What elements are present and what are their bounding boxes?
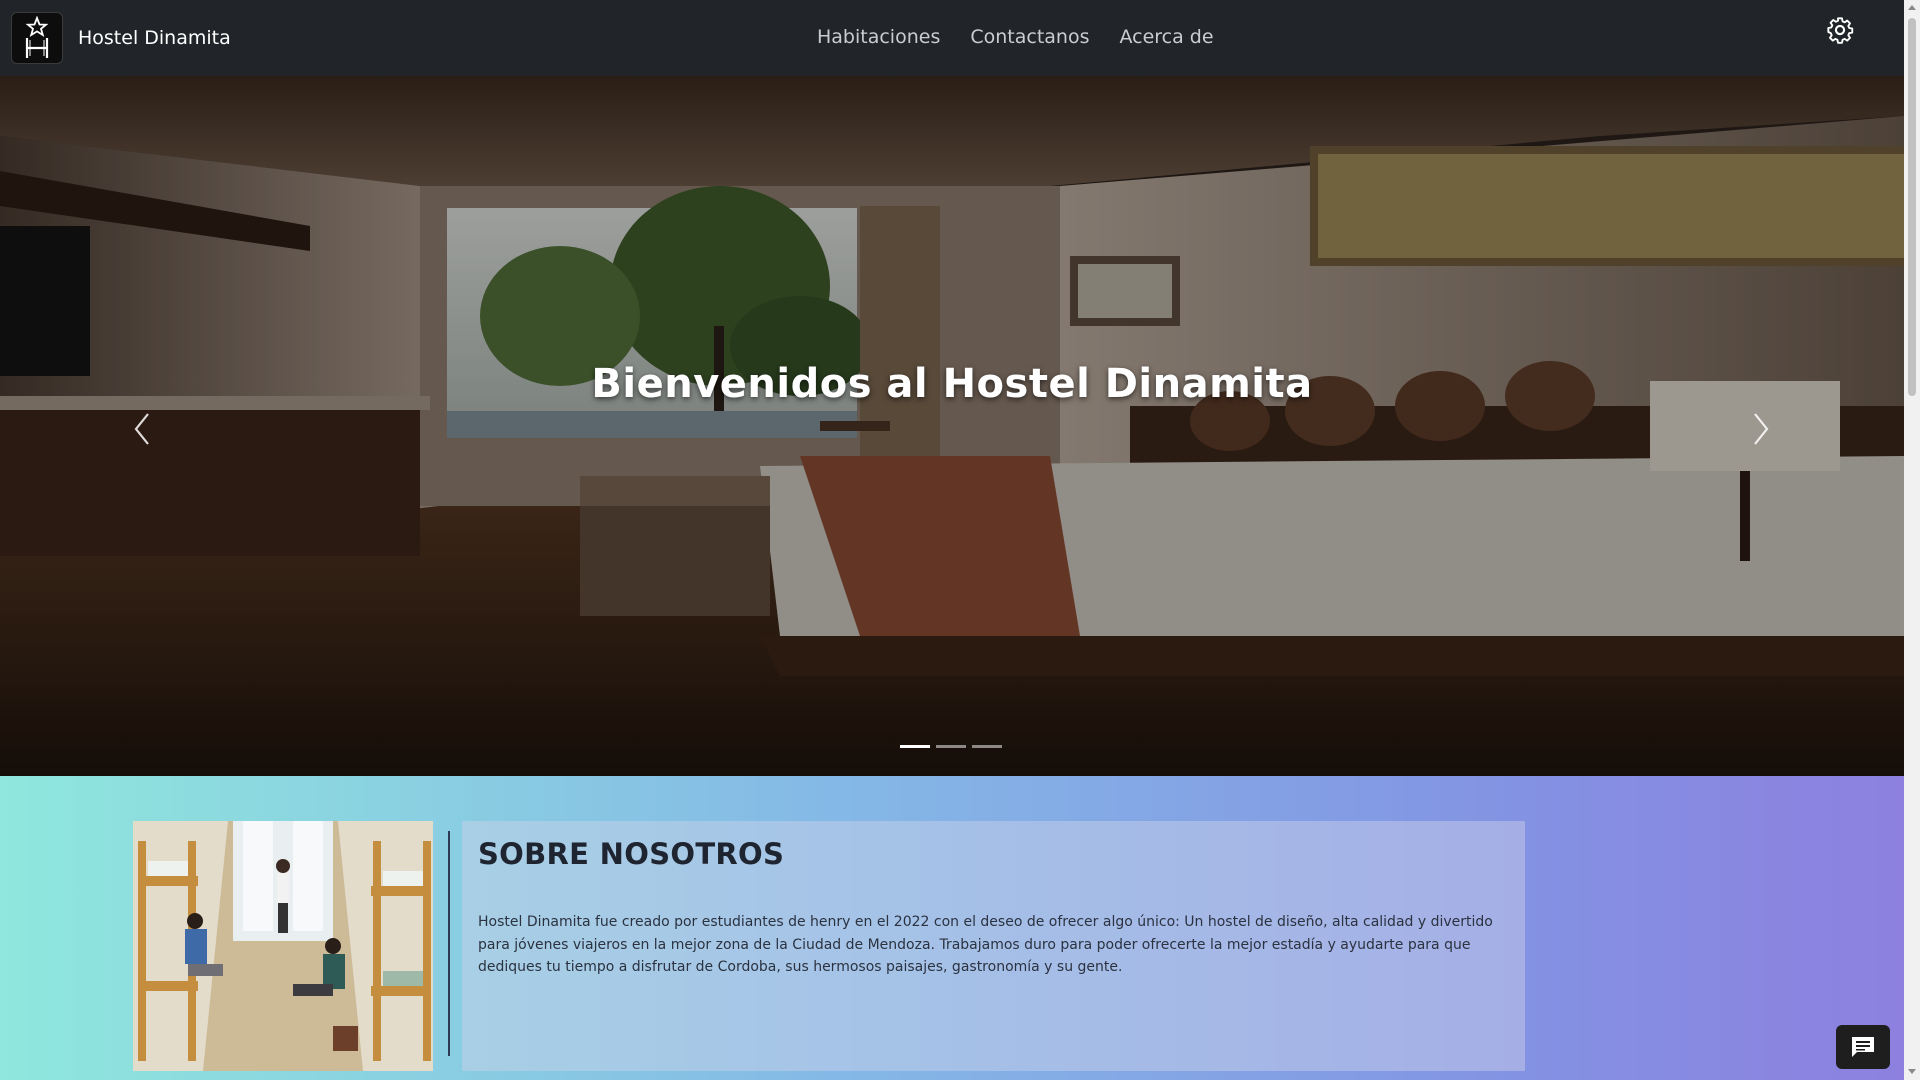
- hostel-dorm-photo: [133, 821, 433, 1071]
- gear-icon[interactable]: [1826, 16, 1854, 44]
- brand-link[interactable]: Hostel Dinamita: [11, 12, 231, 64]
- scrollbar-thumb[interactable]: [1908, 18, 1916, 396]
- scroll-up-arrow-icon[interactable]: [1908, 5, 1916, 10]
- carousel-next-button[interactable]: [1745, 406, 1775, 452]
- chat-button[interactable]: [1836, 1025, 1890, 1069]
- chevron-right-icon: [1754, 413, 1769, 445]
- nav-link-acerca-de[interactable]: Acerca de: [1119, 26, 1213, 48]
- carousel-prev-button[interactable]: [128, 406, 158, 452]
- main-nav: Habitaciones Contactanos Acerca de: [817, 26, 1244, 48]
- carousel-indicators: [900, 745, 1002, 748]
- top-navbar: Hostel Dinamita Habitaciones Contactanos…: [0, 0, 1904, 76]
- hostel-logo-icon: [11, 12, 63, 64]
- hero-overlay: [0, 76, 1904, 776]
- chevron-left-icon: [134, 413, 149, 445]
- about-card: SOBRE NOSOTROS Hostel Dinamita fue cread…: [462, 821, 1525, 1071]
- chat-icon: [1852, 1037, 1874, 1057]
- hero-carousel: Bienvenidos al Hostel Dinamita: [0, 76, 1904, 776]
- carousel-indicator-3[interactable]: [972, 745, 1002, 748]
- carousel-indicator-2[interactable]: [936, 745, 966, 748]
- page-scrollbar[interactable]: [1904, 0, 1920, 1080]
- nav-link-contactanos[interactable]: Contactanos: [970, 26, 1089, 48]
- scroll-down-arrow-icon[interactable]: [1908, 1069, 1916, 1074]
- brand-name: Hostel Dinamita: [78, 27, 231, 49]
- about-title: SOBRE NOSOTROS: [478, 837, 785, 871]
- about-section: SOBRE NOSOTROS Hostel Dinamita fue cread…: [0, 776, 1904, 1080]
- nav-link-habitaciones[interactable]: Habitaciones: [817, 26, 940, 48]
- carousel-indicator-1[interactable]: [900, 745, 930, 748]
- vertical-divider: [448, 831, 450, 1056]
- about-description: Hostel Dinamita fue creado por estudiant…: [478, 914, 1493, 975]
- hero-caption: Bienvenidos al Hostel Dinamita: [591, 361, 1313, 407]
